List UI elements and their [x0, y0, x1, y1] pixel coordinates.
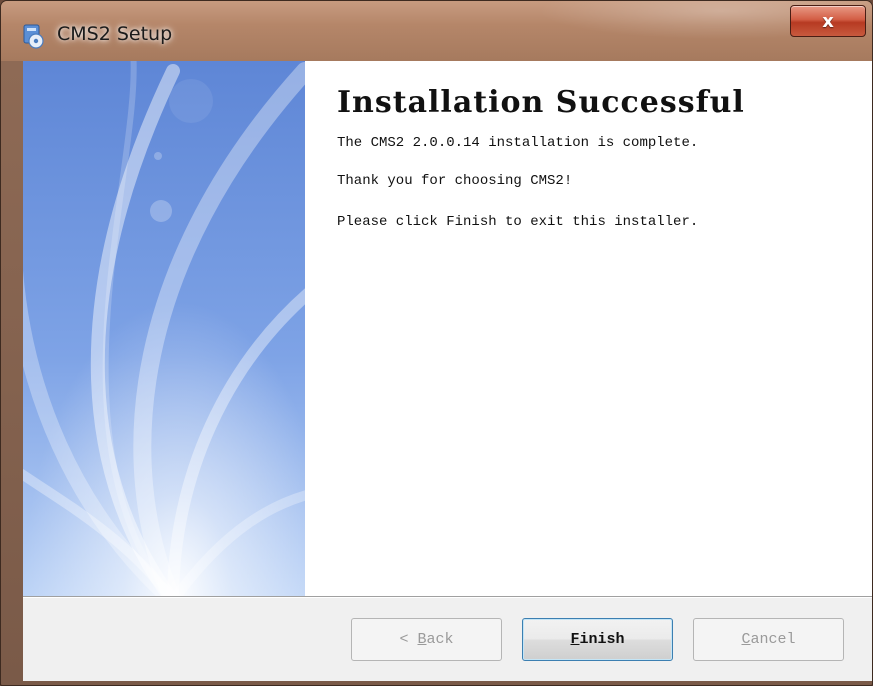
finish-button-mnemonic: F [570, 631, 580, 648]
close-button[interactable]: x [790, 5, 866, 37]
thank-you-message: Thank you for choosing CMS2! [337, 173, 573, 189]
back-button-label: ack [426, 631, 454, 648]
content-panel: Installation Successful The CMS2 2.0.0.1… [305, 61, 872, 596]
back-button-prefix: < [399, 631, 418, 648]
dialog-client-area: Installation Successful The CMS2 2.0.0.1… [23, 61, 872, 681]
cancel-button-label: ancel [750, 631, 796, 648]
page-title: Installation Successful [337, 85, 745, 120]
finish-button[interactable]: Finish [522, 618, 673, 661]
finish-button-label: inish [579, 631, 625, 648]
back-button-mnemonic: B [417, 631, 427, 648]
wizard-banner-image [23, 61, 305, 596]
button-bar: < Back Finish Cancel [23, 598, 872, 681]
back-button[interactable]: < Back [351, 618, 502, 661]
window-title: CMS2 Setup [57, 23, 173, 45]
close-icon: x [822, 10, 834, 32]
title-bar[interactable]: CMS2 Setup x [1, 1, 872, 61]
finish-instruction: Please click Finish to exit this install… [337, 214, 699, 230]
setup-window: CMS2 Setup x Installation Successful The… [0, 0, 873, 686]
installer-icon [21, 23, 45, 49]
completion-message: The CMS2 2.0.0.14 installation is comple… [337, 135, 699, 151]
cancel-button[interactable]: Cancel [693, 618, 844, 661]
cancel-button-mnemonic: C [741, 631, 751, 648]
